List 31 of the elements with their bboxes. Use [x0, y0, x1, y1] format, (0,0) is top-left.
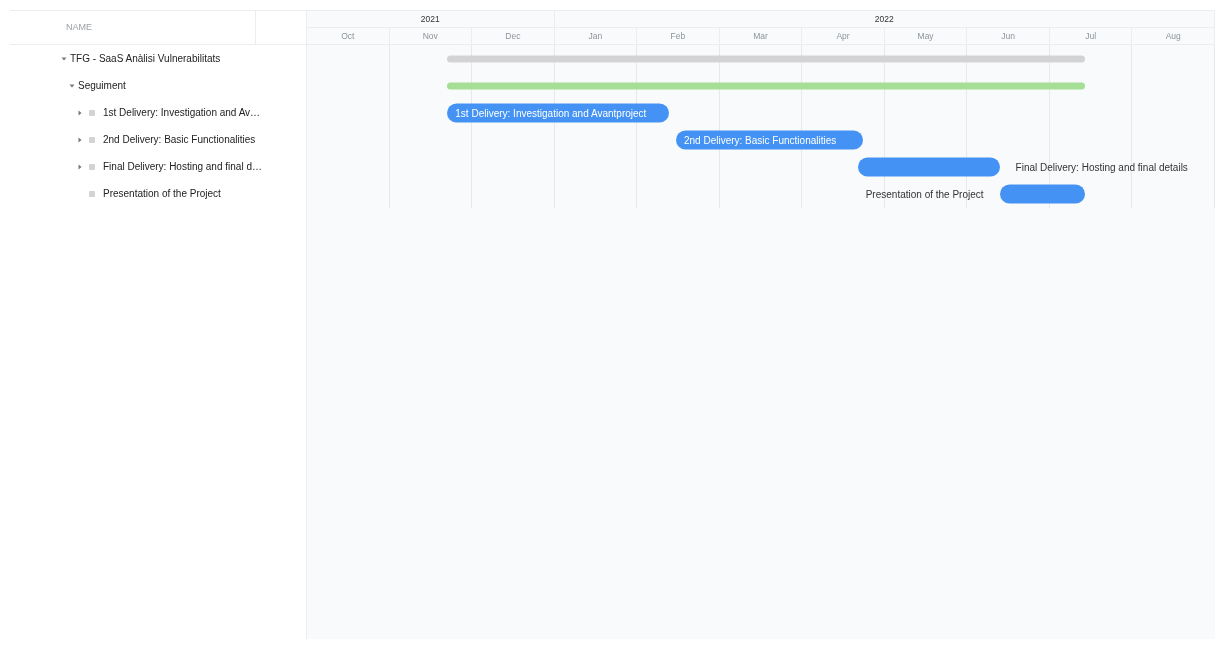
- month-label: May: [917, 31, 934, 41]
- month-label: Jan: [588, 31, 603, 41]
- month-label: Jul: [1085, 31, 1097, 41]
- task-name[interactable]: 1st Delivery: Investigation and Av…: [103, 107, 261, 118]
- month-label: Aug: [1165, 31, 1181, 41]
- bar-label: Final Delivery: Hosting and final details: [1015, 161, 1188, 172]
- task-name[interactable]: 2nd Delivery: Basic Functionalities: [103, 134, 256, 145]
- task-name[interactable]: Seguiment: [78, 80, 126, 91]
- month-label: Mar: [753, 31, 768, 41]
- task-name[interactable]: Presentation of the Project: [103, 188, 221, 199]
- bar-label: Presentation of the Project: [865, 188, 984, 199]
- name-column-header: NAME: [66, 21, 92, 32]
- expand-caret-icon[interactable]: [76, 135, 84, 144]
- task-icon: [89, 109, 95, 116]
- month-label: Oct: [341, 31, 355, 41]
- expand-caret-icon[interactable]: [76, 162, 84, 171]
- month-label: Dec: [505, 31, 521, 41]
- task-icon: [89, 136, 95, 143]
- task-name[interactable]: TFG - SaaS Anàlisi Vulnerabilitats: [70, 53, 221, 64]
- expand-caret-icon[interactable]: [76, 108, 84, 117]
- task-icon: [89, 163, 95, 170]
- month-label: Nov: [422, 31, 438, 41]
- task-bar[interactable]: [857, 157, 1000, 176]
- month-label: Jun: [1001, 31, 1015, 41]
- month-label: Feb: [670, 31, 686, 41]
- task-bar[interactable]: [999, 184, 1086, 203]
- month-label: Apr: [836, 31, 850, 41]
- year-label: 2021: [420, 14, 440, 24]
- task-name[interactable]: Final Delivery: Hosting and final d…: [103, 161, 262, 172]
- task-icon: [89, 190, 95, 197]
- year-label: 2022: [874, 14, 894, 24]
